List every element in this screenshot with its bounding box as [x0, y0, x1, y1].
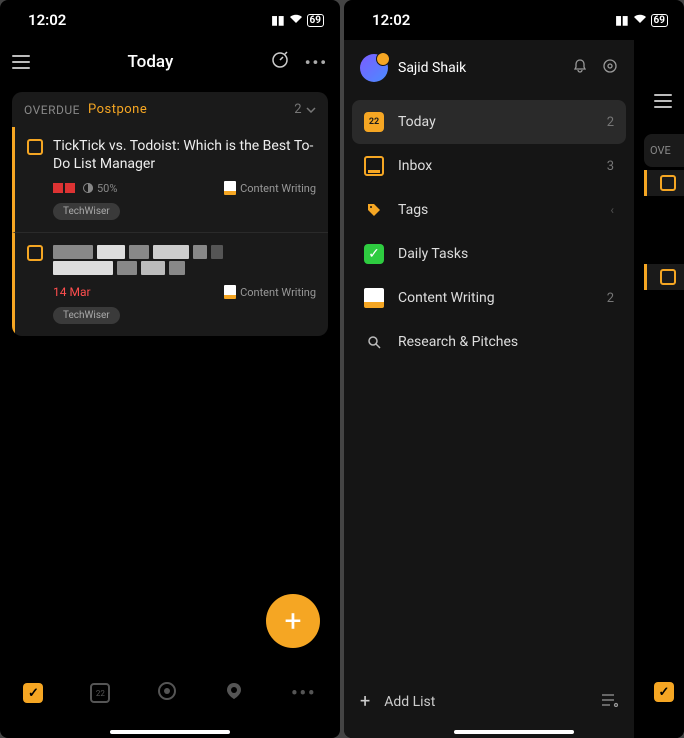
- menu-count: 2: [607, 115, 614, 130]
- more-button[interactable]: •••: [305, 53, 328, 72]
- menu-label: Content Writing: [398, 290, 495, 306]
- task-title: TickTick vs. Todoist: Which is the Best …: [53, 137, 316, 173]
- menu-item-inbox[interactable]: Inbox 3: [352, 144, 626, 188]
- cellular-icon: ▮▮: [271, 13, 284, 27]
- task-tag[interactable]: TechWiser: [53, 203, 120, 220]
- task-title-redacted: [53, 261, 316, 275]
- task-tag[interactable]: TechWiser: [53, 307, 120, 324]
- add-list-button[interactable]: + Add List: [360, 691, 435, 712]
- battery-icon: 69: [307, 14, 324, 27]
- task-list-label: Content Writing: [224, 285, 316, 299]
- wifi-icon: [633, 13, 647, 27]
- menu-count: 3: [607, 159, 614, 174]
- task-checkbox[interactable]: [27, 139, 43, 155]
- menu-label: Research & Pitches: [398, 334, 518, 350]
- status-bar: 12:02 ▮▮ 69: [0, 0, 340, 40]
- tab-pomo[interactable]: [224, 681, 244, 706]
- menu-item-content-writing[interactable]: Content Writing 2: [352, 276, 626, 320]
- add-task-fab[interactable]: +: [266, 594, 320, 648]
- bottom-tab-bar: ✓ 22 •••: [0, 668, 340, 718]
- add-list-label: Add List: [384, 694, 435, 710]
- obscured-main-view[interactable]: OVE ✓: [634, 40, 684, 738]
- tab-calendar[interactable]: 22: [90, 683, 110, 703]
- note-icon: [224, 285, 236, 299]
- menu-list: 22 Today 2 Inbox 3 Tags ‹ ✓: [344, 96, 634, 675]
- page-title: Today: [127, 52, 173, 72]
- menu-button[interactable]: [654, 94, 672, 108]
- menu-item-research[interactable]: Research & Pitches: [352, 320, 626, 364]
- task-checkbox: [660, 269, 676, 285]
- chevron-left-icon: ‹: [610, 203, 614, 217]
- status-time: 12:02: [28, 11, 66, 29]
- plus-icon: +: [360, 691, 370, 712]
- avatar[interactable]: [360, 54, 388, 82]
- menu-label: Today: [398, 114, 436, 130]
- battery-icon: 69: [651, 14, 668, 27]
- note-icon: [364, 288, 384, 308]
- overdue-section: OVERDUE Postpone 2 TickTick vs. Todoist:…: [12, 92, 328, 336]
- menu-label: Tags: [398, 202, 428, 218]
- task-checkbox[interactable]: [27, 245, 43, 261]
- home-indicator[interactable]: [110, 730, 230, 734]
- section-header[interactable]: OVERDUE Postpone 2: [12, 92, 328, 127]
- home-indicator[interactable]: [454, 730, 574, 734]
- manage-lists-icon[interactable]: [600, 693, 618, 711]
- tab-tasks-peek: ✓: [654, 682, 674, 702]
- menu-item-daily-tasks[interactable]: ✓ Daily Tasks: [352, 232, 626, 276]
- priority-indicator: [53, 183, 75, 193]
- menu-count: 2: [607, 291, 614, 306]
- status-bar: 12:02 ▮▮ 69: [344, 0, 684, 40]
- menu-label: Daily Tasks: [398, 246, 468, 262]
- tab-tasks[interactable]: ✓: [23, 683, 43, 703]
- task-date: 14 Mar: [53, 285, 91, 299]
- cellular-icon: ▮▮: [615, 13, 628, 27]
- tab-habit[interactable]: [157, 681, 177, 706]
- note-icon: [224, 181, 236, 195]
- settings-icon[interactable]: [602, 58, 618, 78]
- notifications-icon[interactable]: [572, 58, 588, 78]
- task-item-peek: [644, 264, 684, 290]
- status-icons: ▮▮ 69: [271, 13, 324, 27]
- focus-icon[interactable]: [271, 51, 289, 73]
- section-header-peek: OVE: [644, 134, 684, 167]
- tab-more[interactable]: •••: [291, 683, 316, 704]
- add-list-row: + Add List: [344, 675, 634, 728]
- checkmark-icon: ✓: [364, 244, 384, 264]
- postpone-button[interactable]: Postpone: [88, 102, 147, 117]
- section-label: OVERDUE: [24, 103, 80, 117]
- search-icon: [364, 332, 384, 352]
- task-list-label: Content Writing: [224, 181, 316, 195]
- menu-item-tags[interactable]: Tags ‹: [352, 188, 626, 232]
- phone-right-drawer-view: 12:02 ▮▮ 69 Sajid Shaik: [344, 0, 684, 738]
- menu-button[interactable]: [12, 55, 30, 69]
- menu-item-today[interactable]: 22 Today 2: [352, 100, 626, 144]
- status-icons: ▮▮ 69: [615, 13, 668, 27]
- status-time: 12:02: [372, 11, 410, 29]
- today-icon: 22: [364, 112, 384, 132]
- wifi-icon: [289, 13, 303, 27]
- task-title-redacted: [53, 245, 316, 259]
- profile-row[interactable]: Sajid Shaik: [344, 40, 634, 96]
- task-item[interactable]: 14 Mar Content Writing TechWiser: [12, 232, 328, 336]
- inbox-icon: [364, 156, 384, 176]
- task-checkbox: [660, 175, 676, 191]
- navigation-drawer: Sajid Shaik 22 Today 2: [344, 40, 634, 738]
- phone-left-today-view: 12:02 ▮▮ 69 Today ••• OVERDUE Postpone 2: [0, 0, 340, 738]
- tag-icon: [364, 200, 384, 220]
- task-item[interactable]: TickTick vs. Todoist: Which is the Best …: [12, 127, 328, 232]
- profile-name: Sajid Shaik: [398, 60, 562, 76]
- task-item-peek: [644, 170, 684, 196]
- progress-indicator: 50%: [83, 182, 117, 195]
- section-count: 2: [294, 102, 316, 117]
- top-nav: Today •••: [0, 40, 340, 84]
- menu-label: Inbox: [398, 158, 432, 174]
